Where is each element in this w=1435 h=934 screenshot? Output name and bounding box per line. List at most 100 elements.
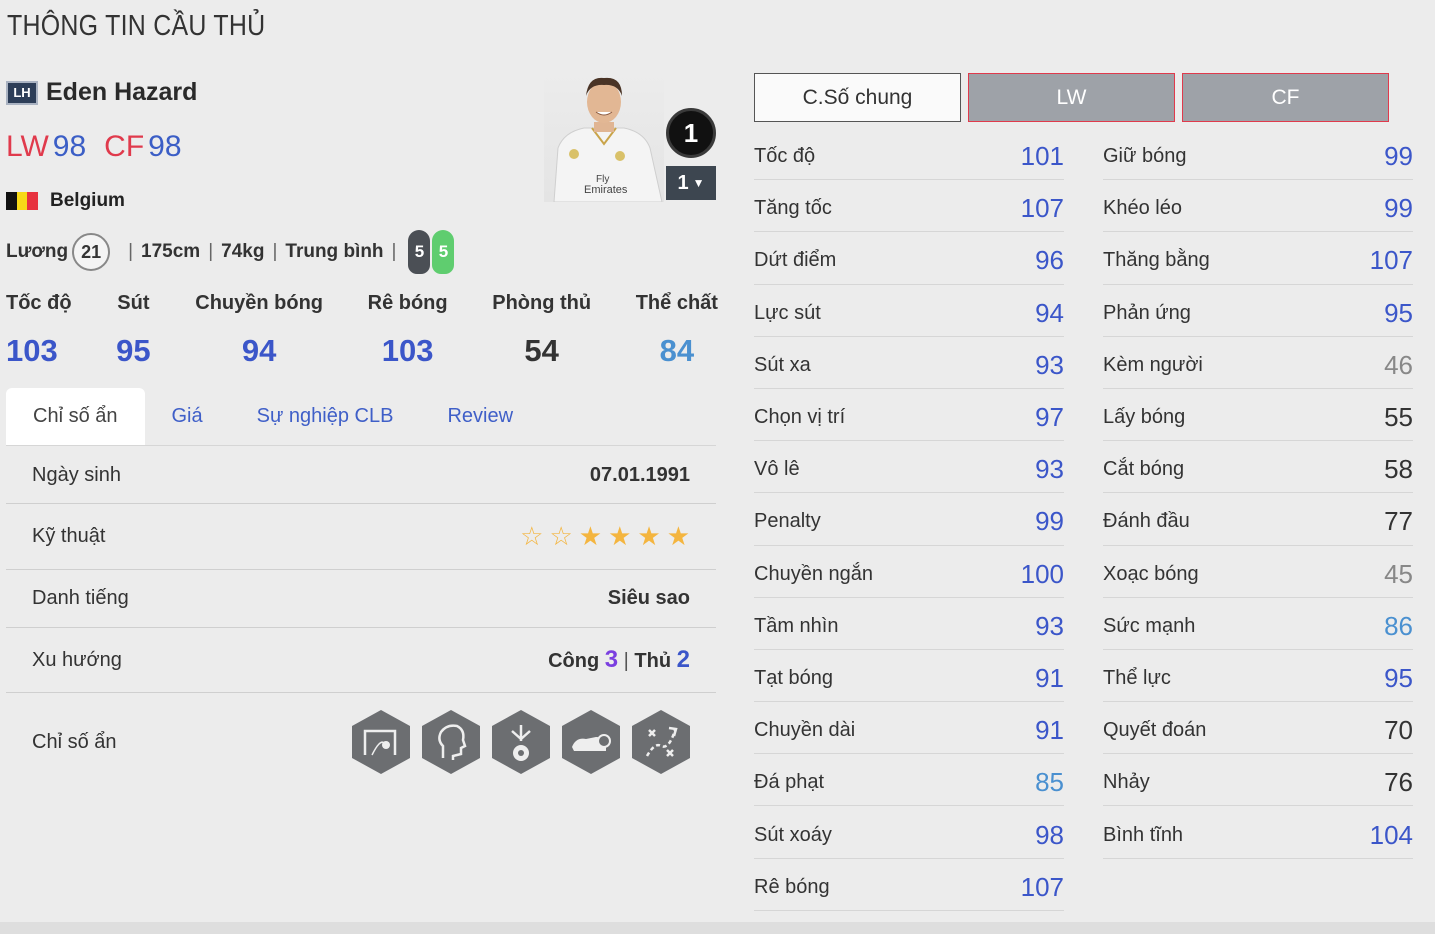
attribute-label: Tầm nhìn	[754, 614, 839, 637]
attribute-row: Tạt bóng 91	[754, 650, 1064, 703]
attribute-label: Tốc độ	[754, 145, 816, 168]
attribute-row: Sút xa 93	[754, 337, 1064, 389]
star-filled-icon: ★	[666, 521, 690, 551]
attribute-label: Chuyền ngắn	[754, 562, 873, 585]
technical-dribbler-trait-icon[interactable]	[492, 710, 550, 774]
lw-stats-button[interactable]: LW	[968, 73, 1175, 122]
speed-dribbler-trait-icon[interactable]	[562, 710, 620, 774]
tab-review[interactable]: Review	[420, 388, 540, 445]
attribute-value: 91	[1035, 715, 1064, 746]
attribute-row: Quyết đoán 70	[1103, 702, 1413, 755]
cf-stats-button[interactable]: CF	[1182, 73, 1389, 122]
attribute-value: 94	[1035, 297, 1064, 328]
attribute-label: Đá phạt	[754, 771, 825, 794]
attribute-value: 91	[1035, 662, 1064, 693]
detail-row-work-rate: Xu hướng Công 3 | Thủ 2	[6, 628, 716, 693]
upgrade-level-circle: 1	[666, 108, 716, 158]
playmaker-trait-icon[interactable]	[632, 710, 690, 774]
birthdate-value: 07.01.1991	[589, 463, 690, 486]
attribute-row: Dứt điểm 96	[754, 232, 1064, 285]
attribute-value: 107	[1369, 245, 1413, 276]
attribute-label: Chuyền dài	[754, 719, 856, 742]
foot-rating: 5 5	[408, 230, 455, 274]
player-name-row: LH Eden Hazard	[6, 78, 197, 107]
attribute-label: Cắt bóng	[1103, 458, 1185, 481]
nation-name: Belgium	[50, 190, 125, 211]
attribute-label: Penalty	[754, 510, 821, 533]
attribute-value: 100	[1020, 558, 1064, 589]
general-stats-button[interactable]: C.Số chung	[754, 73, 961, 122]
main-stat-passing: Chuyền bóng 94	[195, 292, 324, 368]
player-photo: Fly Emirates	[544, 70, 664, 202]
attribute-label: Lấy bóng	[1103, 406, 1186, 429]
attribute-value: 107	[1020, 871, 1064, 902]
flair-trait-icon[interactable]	[422, 710, 480, 774]
page-title: THÔNG TIN CẦU THỦ	[7, 10, 266, 42]
chevron-down-icon: ▼	[692, 176, 705, 190]
skill-stars: ☆ ☆ ★ ★ ★ ★	[520, 521, 690, 552]
attribute-label: Xoạc bóng	[1103, 562, 1199, 585]
attribute-value: 86	[1384, 610, 1413, 641]
attribute-row: Bình tĩnh 104	[1103, 806, 1413, 859]
attribute-label: Nhảy	[1103, 771, 1150, 794]
attribute-label: Thể lực	[1103, 666, 1171, 689]
attribute-row: Lực sút 94	[754, 285, 1064, 337]
attribute-row: Rê bóng 107	[754, 859, 1064, 911]
attribute-row: Nhảy 76	[1103, 754, 1413, 807]
weight: 74kg	[221, 241, 265, 262]
attribute-row: Sức mạnh 86	[1103, 598, 1413, 650]
attribute-label: Vô lê	[754, 458, 800, 481]
attribute-value: 97	[1035, 402, 1064, 433]
attribute-row: Tầm nhìn 93	[754, 598, 1064, 650]
attribute-row: Chuyền dài 91	[754, 702, 1064, 755]
tab-club-career[interactable]: Sự nghiệp CLB	[230, 388, 421, 445]
attributes-left-column: Tốc độ 101 Tăng tốc 107 Dứt điểm 96 Lực sút 94 S…	[754, 128, 1064, 911]
player-info-row: Lương 21 | 175cm | 74kg | Trung bình | 5…	[6, 230, 455, 274]
attribute-label: Rê bóng	[754, 875, 830, 898]
attribute-value: 99	[1035, 506, 1064, 537]
attribute-label: Tăng tốc	[754, 197, 832, 220]
main-stat-dribbling: Rê bóng 103	[367, 292, 448, 368]
tab-price[interactable]: Giá	[145, 388, 230, 445]
right-foot-icon: 5	[432, 230, 455, 274]
attribute-label: Tạt bóng	[754, 666, 833, 689]
star-filled-icon: ★	[578, 521, 603, 551]
attribute-label: Phản ứng	[1103, 301, 1191, 324]
finesse-shot-trait-icon[interactable]	[352, 710, 410, 774]
attribute-label: Sức mạnh	[1103, 614, 1196, 637]
attribute-label: Sút xa	[754, 353, 811, 376]
trait-icons	[352, 710, 690, 774]
attribute-row: Phản ứng 95	[1103, 285, 1413, 337]
attribute-value: 93	[1035, 349, 1064, 380]
attribute-row: Đánh đầu 77	[1103, 493, 1413, 546]
attributes-right-column: Giữ bóng 99 Khéo léo 99 Thăng bằng 107 Phản ứn…	[1103, 128, 1413, 859]
position-rating-lw: LW 98	[6, 130, 87, 163]
work-rate-value: Công 3 | Thủ 2	[548, 646, 690, 673]
main-stats: Tốc độ 103 Sút 95 Chuyền bóng 94 Rê bóng 103…	[6, 292, 718, 369]
detail-row-reputation: Danh tiếng Siêu sao	[6, 570, 716, 628]
attribute-row: Sút xoáy 98	[754, 806, 1064, 859]
level-dropdown[interactable]: 1 ▼	[666, 166, 716, 200]
attribute-label: Khéo léo	[1103, 197, 1182, 220]
attribute-value: 46	[1384, 349, 1413, 380]
detail-row-birthdate: Ngày sinh 07.01.1991	[6, 447, 716, 504]
detail-row-traits: Chỉ số ẩn	[6, 693, 716, 791]
nation-row: Belgium	[6, 190, 125, 212]
star-filled-icon: ★	[608, 521, 632, 551]
attribute-row: Cắt bóng 58	[1103, 441, 1413, 494]
attribute-value: 76	[1384, 767, 1413, 798]
tab-hidden-stats[interactable]: Chỉ số ẩn	[6, 388, 145, 445]
attribute-label: Lực sút	[754, 301, 821, 324]
attribute-value: 45	[1384, 558, 1413, 589]
attribute-row: Tốc độ 101	[754, 128, 1064, 181]
attribute-value: 95	[1384, 662, 1413, 693]
main-stat-shooting: Sút 95	[116, 292, 151, 368]
attribute-value: 85	[1035, 767, 1064, 798]
attribute-row: Thăng bằng 107	[1103, 232, 1413, 285]
attribute-label: Đánh đầu	[1103, 510, 1190, 533]
salary-badge: 21	[72, 233, 111, 271]
attribute-row: Penalty 99	[754, 493, 1064, 546]
left-foot-icon: 5	[408, 230, 431, 274]
main-stat-pace: Tốc độ 103	[6, 292, 72, 368]
position-ratings: LW 98 CF 98	[6, 130, 182, 164]
